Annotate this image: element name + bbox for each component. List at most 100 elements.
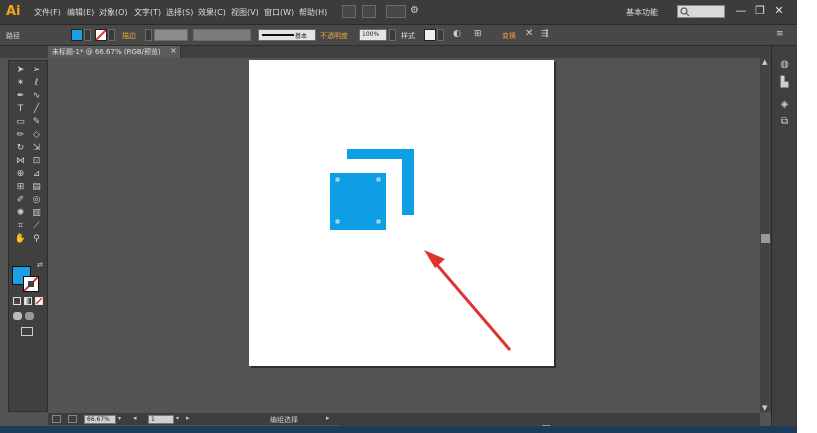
first-artboard-icon[interactable]: ◂	[133, 414, 137, 422]
scale-tool-icon[interactable]: ⇲	[30, 143, 43, 154]
curvature-icon[interactable]: ∿	[30, 91, 43, 102]
fill-dropdown-icon[interactable]	[84, 29, 91, 41]
document-tab[interactable]: 未标题-1* @ 66.67% (RGB/预览) ×	[48, 46, 181, 58]
none-mode-icon[interactable]	[35, 297, 43, 305]
menu-effect[interactable]: 效果(C)	[198, 7, 226, 18]
document-tab-title: 未标题-1* @ 66.67% (RGB/预览)	[52, 48, 161, 56]
pencil-icon[interactable]: ✏	[14, 130, 27, 141]
variable-width-dropdown[interactable]	[193, 29, 251, 41]
menu-type[interactable]: 文字(T)	[134, 7, 161, 18]
perspective-icon[interactable]: ⊿	[30, 169, 43, 180]
stroke-color-swatch[interactable]	[95, 29, 107, 41]
symbol-sprayer-icon[interactable]: ✺	[14, 208, 27, 219]
artboard-options-icon[interactable]	[68, 415, 77, 423]
draw-normal-icon[interactable]	[13, 312, 22, 320]
zoom-tool-icon[interactable]: ⚲	[30, 234, 43, 245]
screen-mode-icon[interactable]	[21, 327, 33, 336]
vertical-scroll-thumb[interactable]	[761, 234, 770, 243]
minimize-button[interactable]: —	[733, 4, 749, 19]
opacity-label[interactable]: 不透明度	[320, 31, 348, 41]
selection-tool-icon[interactable]: ➤	[14, 65, 27, 76]
blend-icon[interactable]: ◎	[30, 195, 43, 206]
menu-select[interactable]: 选择(S)	[166, 7, 193, 18]
menu-help[interactable]: 帮助(H)	[299, 7, 327, 18]
isolate-icon[interactable]: ✕	[525, 28, 533, 39]
artboard-number-field[interactable]: 1	[148, 415, 174, 424]
gradient-mode-icon[interactable]	[24, 297, 32, 305]
panel-menu-icon[interactable]: ⇶	[541, 29, 549, 39]
direct-selection-tool-icon[interactable]: ➢	[30, 65, 43, 76]
no-stroke-icon	[24, 277, 38, 291]
zoom-field[interactable]: 66.67%	[84, 415, 116, 424]
mesh-icon[interactable]: ⊞	[14, 182, 27, 193]
stroke-weight-stepper[interactable]	[145, 29, 152, 41]
search-input[interactable]	[677, 5, 725, 18]
tools-panel: ➤ ➢ ✶ ℓ ✒ ∿ T ╱ ▭ ✎ ✏ ◇ ↻ ⇲ ⋈ ⊡ ⊕ ⊿ ⊞ ▤ …	[8, 60, 48, 412]
panel-dock: ◍ ▙ ◈ ⧉	[771, 46, 797, 431]
color-mode-icon[interactable]	[13, 297, 21, 305]
eraser-icon[interactable]: ◇	[30, 130, 43, 141]
bridge-icon[interactable]	[342, 5, 356, 18]
zoom-dropdown-icon[interactable]: ▾	[118, 415, 121, 422]
none-slash-icon	[36, 298, 42, 304]
scroll-up-icon[interactable]: ▲	[762, 58, 767, 66]
no-stroke-icon	[95, 29, 107, 41]
pen-tool-icon[interactable]: ✒	[14, 91, 27, 102]
paintbrush-icon[interactable]: ✎	[30, 117, 43, 128]
menu-file[interactable]: 文件(F)	[34, 7, 61, 18]
brush-definition-dropdown[interactable]: 基本	[258, 29, 316, 41]
gradient-icon[interactable]: ▤	[30, 182, 43, 193]
artboard-prev-icon[interactable]	[52, 415, 61, 423]
shape-builder-icon[interactable]: ⊕	[14, 169, 27, 180]
next-artboard-icon[interactable]: ▸	[186, 414, 190, 422]
eyedropper-icon[interactable]: ✐	[14, 195, 27, 206]
tab-close-icon[interactable]: ×	[170, 46, 177, 55]
opacity-field[interactable]: 100%	[359, 29, 387, 41]
lasso-icon[interactable]: ℓ	[30, 78, 43, 89]
close-button[interactable]: ✕	[771, 4, 787, 19]
fill-color-swatch[interactable]	[71, 29, 83, 41]
menu-edit[interactable]: 编辑(E)	[67, 7, 94, 18]
hand-tool-icon[interactable]: ✋	[14, 234, 27, 245]
os-taskbar	[0, 426, 797, 433]
color-panel-icon[interactable]: ◍	[778, 58, 791, 71]
layers-icon[interactable]: ◈	[778, 98, 791, 111]
rotate-tool-icon[interactable]: ↻	[14, 143, 27, 154]
artboard[interactable]	[249, 60, 554, 366]
opacity-dropdown-icon[interactable]	[389, 29, 396, 41]
slice-tool-icon[interactable]: ⟋	[30, 221, 43, 232]
recolor-artwork-icon[interactable]: ◐	[453, 29, 461, 39]
graphic-style-swatch[interactable]	[424, 29, 436, 41]
line-tool-icon[interactable]: ╱	[30, 104, 43, 115]
arrange-dropdown-icon[interactable]	[386, 5, 406, 18]
stroke-dropdown-icon[interactable]	[108, 29, 115, 41]
align-icon[interactable]: ⊞	[474, 29, 482, 39]
artboards-panel-icon[interactable]: ⧉	[778, 115, 791, 128]
workspace-switcher[interactable]: 基本功能	[626, 7, 658, 18]
menu-view[interactable]: 视图(V)	[231, 7, 259, 18]
stroke-weight-field[interactable]	[154, 29, 188, 41]
menu-window[interactable]: 窗口(W)	[264, 7, 294, 18]
stroke-swatch[interactable]	[23, 276, 39, 292]
scroll-down-icon[interactable]: ▼	[762, 404, 767, 412]
stroke-label[interactable]: 描边	[122, 31, 136, 41]
width-tool-icon[interactable]: ⋈	[14, 156, 27, 167]
swatches-icon[interactable]: ▙	[778, 76, 791, 89]
style-dropdown-icon[interactable]	[437, 29, 444, 41]
graph-tool-icon[interactable]: ▥	[30, 208, 43, 219]
menu-object[interactable]: 对象(O)	[99, 7, 128, 18]
artboard-dropdown-icon[interactable]: ▾	[176, 415, 179, 422]
status-menu-icon[interactable]: ▸	[326, 414, 330, 422]
free-transform-icon[interactable]: ⊡	[30, 156, 43, 167]
type-tool-icon[interactable]: T	[14, 104, 27, 115]
arrange-documents-icon[interactable]	[362, 5, 376, 18]
swap-fill-stroke-icon[interactable]: ⇄	[37, 261, 43, 269]
artboard-tool-icon[interactable]: ⌗	[14, 221, 27, 232]
magic-wand-icon[interactable]: ✶	[14, 78, 27, 89]
control-bar-menu-icon[interactable]: ≡	[776, 29, 784, 39]
restore-button[interactable]: ❐	[752, 4, 768, 19]
gpu-performance-icon[interactable]: ⚙	[410, 5, 424, 18]
draw-behind-icon[interactable]	[25, 312, 34, 320]
rectangle-tool-icon[interactable]: ▭	[14, 117, 27, 128]
transform-label[interactable]: 变换	[502, 31, 516, 41]
